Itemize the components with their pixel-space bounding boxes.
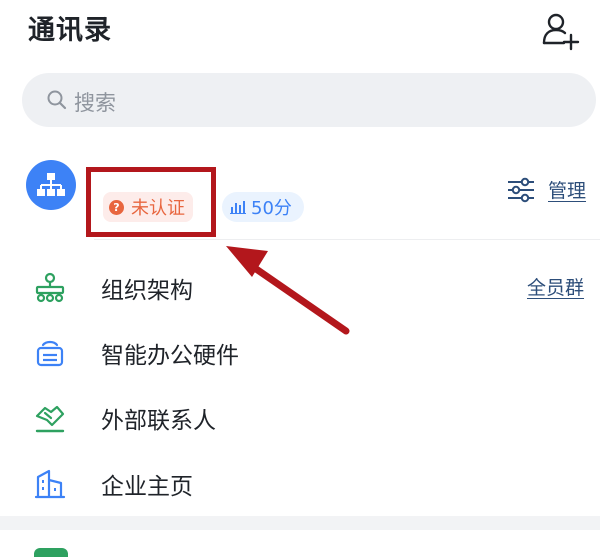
settings-sliders-icon [508, 177, 534, 202]
partial-icon [34, 548, 68, 557]
office-hardware-icon [34, 337, 66, 369]
search-icon [46, 89, 68, 111]
handshake-icon [34, 402, 66, 434]
building-icon [34, 468, 66, 500]
menu-item-label: 组织架构 [101, 278, 193, 304]
score-value: 50分 [251, 198, 292, 219]
menu-item-label: 外部联系人 [101, 408, 216, 434]
manage-button[interactable]: 管理 [506, 176, 586, 203]
org-tree-icon[interactable] [26, 160, 76, 210]
manage-label: 管理 [548, 180, 587, 202]
all-group-link[interactable]: 全员群 [527, 273, 584, 300]
divider [94, 239, 600, 240]
menu-item-external-contacts[interactable]: 外部联系人 [0, 386, 600, 450]
search-placeholder: 搜索 [74, 91, 116, 115]
header-bar: 通讯录 [0, 0, 600, 60]
menu-item-smart-office-hardware[interactable]: 智能办公硬件 [0, 321, 600, 385]
org-chart-icon [34, 272, 66, 304]
score-badge[interactable]: 50分 [222, 192, 304, 222]
menu-item-org-structure[interactable]: 组织架构 全员群 [0, 256, 600, 320]
annotation-highlight-box [86, 167, 216, 237]
menu-item-label: 智能办公硬件 [101, 343, 239, 369]
section-divider [0, 516, 600, 530]
page-title: 通讯录 [28, 15, 112, 46]
menu-item-company-homepage[interactable]: 企业主页 [0, 452, 600, 516]
add-contact-icon[interactable] [540, 8, 584, 52]
search-input[interactable]: 搜索 [22, 73, 596, 127]
menu-item-label: 企业主页 [101, 474, 193, 500]
bar-chart-icon [230, 201, 246, 214]
